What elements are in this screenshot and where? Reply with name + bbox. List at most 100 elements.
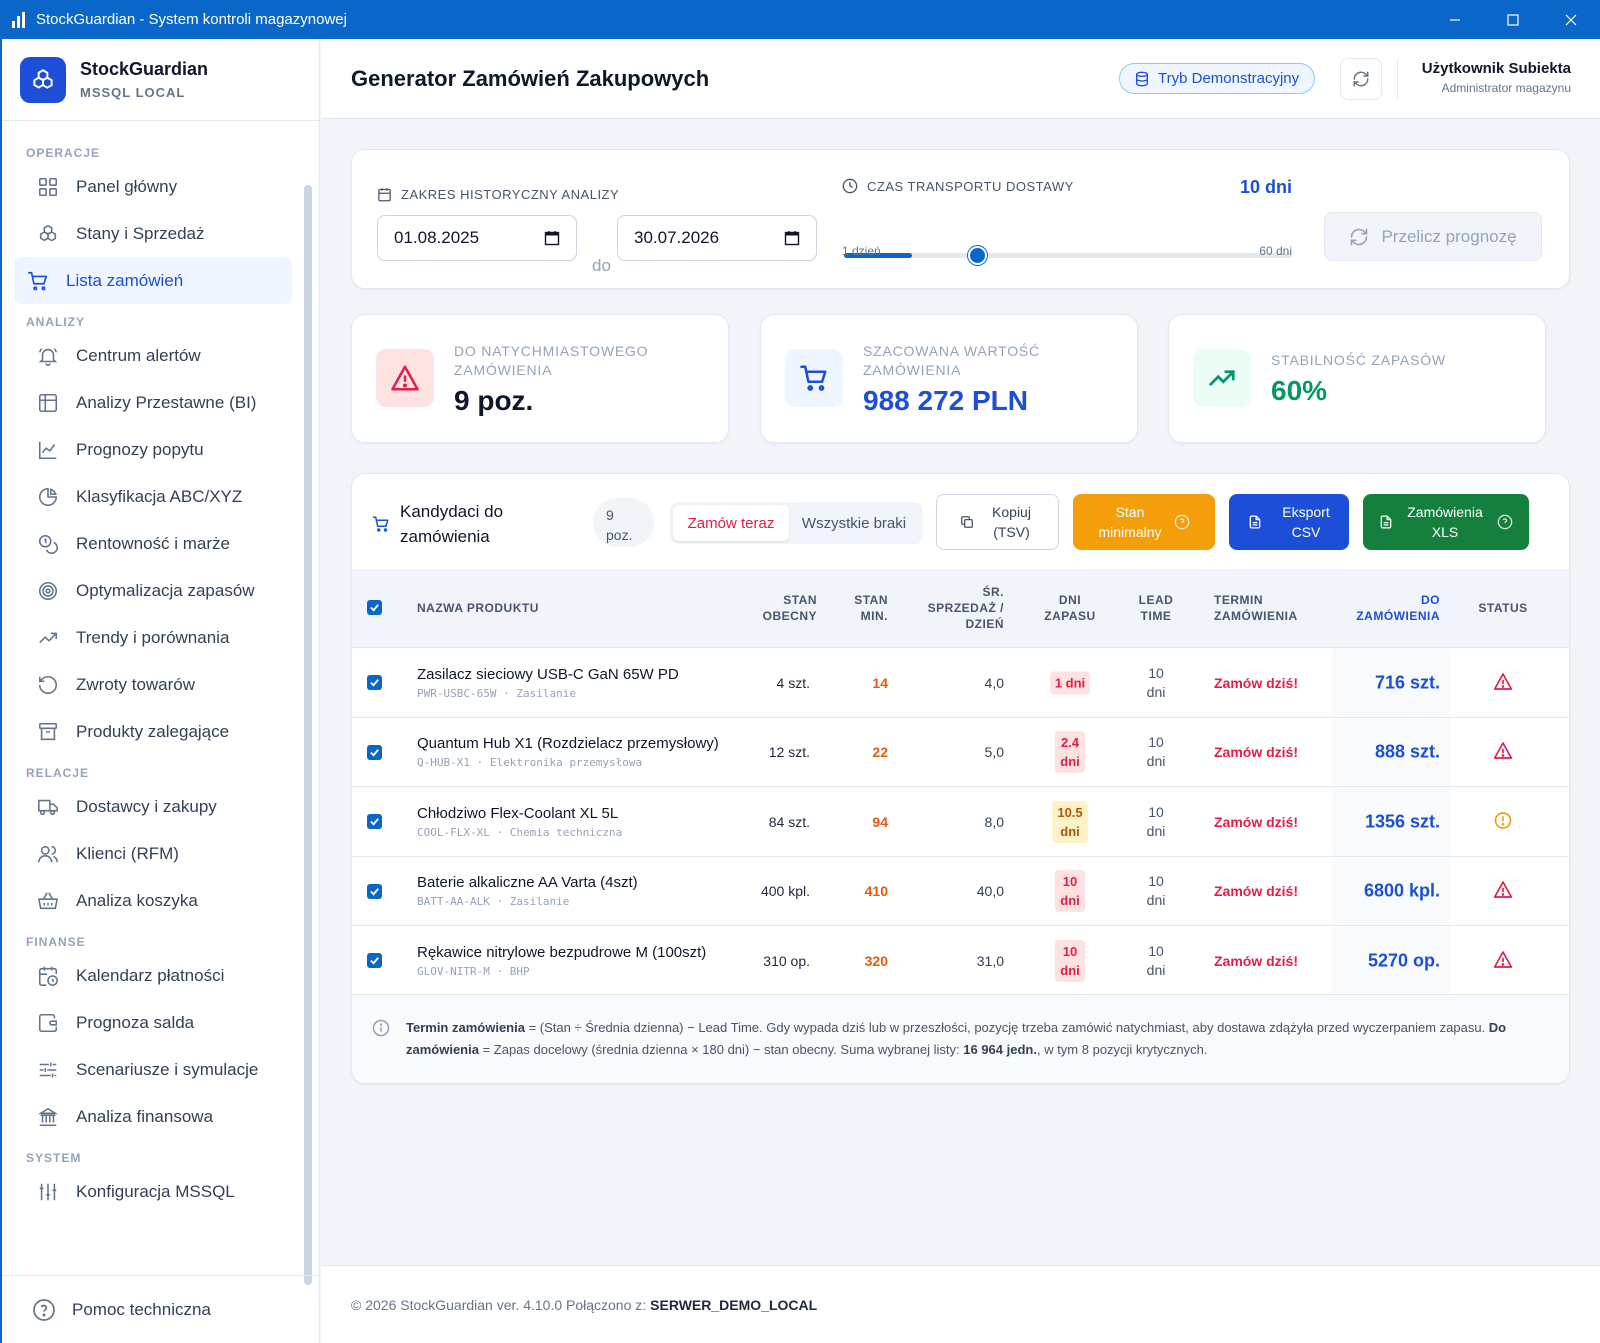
table-row[interactable]: Quantum Hub X1 (Rozdzielacz przemysłowy)… — [352, 716, 1569, 787]
kpi-value-label: SZACOWANA WARTOŚĆ ZAMÓWIENIA — [863, 343, 1040, 378]
sidebar-item-bi[interactable]: Analizy Przestawne (BI) — [12, 379, 292, 426]
sidebar-item-stany[interactable]: Stany i Sprzedaż — [12, 210, 292, 257]
sidebar-item-label: Klienci (RFM) — [76, 843, 179, 863]
calendar-picker-icon[interactable] — [544, 230, 560, 246]
boxes-icon — [36, 222, 60, 246]
sidebar-item-dostawcy[interactable]: Dostawcy i zakupy — [12, 783, 292, 830]
days-cell: 10.5 dni — [1038, 800, 1102, 843]
col-name[interactable]: NAZWA PRODUKTU — [417, 600, 539, 616]
minimize-button[interactable] — [1426, 0, 1484, 39]
orders-xls-button[interactable]: Zamówienia XLS — [1363, 494, 1529, 550]
sidebar-item-rentownosc[interactable]: Rentowność i marże — [12, 520, 292, 567]
help-circle-icon — [32, 1298, 56, 1322]
sidebar-item-panel[interactable]: Panel główny — [12, 163, 292, 210]
help-link[interactable]: Pomoc techniczna — [2, 1275, 320, 1343]
days-cell: 10 dni — [1038, 870, 1102, 912]
col-days[interactable]: DNI ZAPASU — [1038, 592, 1102, 624]
sidebar-item-lista[interactable]: Lista zamówień — [14, 257, 292, 304]
user-info[interactable]: Użytkownik Subiekta Administrator magazy… — [1422, 60, 1571, 95]
demo-mode-badge[interactable]: Tryb Demonstracyjny — [1119, 63, 1316, 94]
date-to-input[interactable]: 30.07.2026 — [617, 215, 817, 261]
sidebar-item-saldo[interactable]: Prognoza salda — [12, 999, 292, 1046]
col-stock[interactable]: STAN OBECNY — [747, 592, 817, 624]
min-cell: 22 — [872, 744, 888, 760]
help-circle-icon[interactable] — [1174, 514, 1190, 530]
calendar-picker-icon[interactable] — [784, 230, 800, 246]
refresh-button[interactable] — [1340, 58, 1382, 100]
database-icon — [1136, 71, 1148, 86]
sidebar-item-label: Konfiguracja MSSQL — [76, 1181, 235, 1201]
sidebar-item-label: Trendy i porównania — [76, 627, 230, 647]
row-checkbox[interactable] — [367, 953, 382, 968]
close-button[interactable] — [1542, 0, 1600, 39]
row-checkbox[interactable] — [367, 883, 382, 899]
col-avg[interactable]: ŚR. SPRZEDAŻ / DZIEŃ — [912, 584, 1004, 632]
col-term[interactable]: TERMIN ZAMÓWIENIA — [1214, 592, 1310, 624]
sidebar-item-abc[interactable]: Klasyfikacja ABC/XYZ — [12, 473, 292, 520]
copy-tsv-button[interactable]: Kopiuj (TSV) — [936, 494, 1059, 550]
product-cell: Quantum Hub X1 (Rozdzielacz przemysłowy)… — [417, 735, 719, 769]
slider-thumb[interactable] — [968, 246, 988, 265]
sidebar-item-zalegajace[interactable]: Produkty zalegające — [12, 708, 292, 755]
table-title: Kandydaci do zamówienia — [400, 502, 504, 546]
users-icon — [36, 842, 60, 866]
sidebar-item-kalendarz[interactable]: Kalendarz płatności — [12, 952, 292, 999]
refresh-icon — [1353, 71, 1369, 87]
min-cell: 94 — [872, 813, 888, 830]
row-checkbox[interactable] — [367, 744, 382, 760]
lead-cell: 10 dni — [1146, 664, 1166, 700]
sidebar-item-optymalizacja[interactable]: Optymalizacja zapasów — [12, 567, 292, 614]
help-label: Pomoc techniczna — [72, 1299, 211, 1319]
table-row[interactable]: Rękawice nitrylowe bezpudrowe M (100szt)… — [352, 925, 1569, 995]
sidebar-item-alerty[interactable]: Centrum alertów — [12, 332, 292, 379]
table-toolbar: Kandydaci do zamówienia 9 poz. Zamów ter… — [352, 474, 1569, 569]
lead-cell: 10 dni — [1146, 942, 1166, 978]
info-icon — [372, 1019, 390, 1037]
product-name: Quantum Hub X1 (Rozdzielacz przemysłowy) — [417, 735, 719, 752]
sidebar-item-trendy[interactable]: Trendy i porównania — [12, 614, 292, 661]
row-checkbox[interactable] — [367, 814, 382, 829]
recalculate-button[interactable]: Przelicz prognozę — [1324, 212, 1542, 261]
nav-section-system: SYSTEM — [26, 1151, 82, 1165]
sidebar-item-scenariusze[interactable]: Scenariusze i symulacje — [12, 1046, 292, 1093]
footer-server: SERWER_DEMO_LOCAL — [650, 1296, 818, 1313]
truck-icon — [36, 795, 60, 819]
window-title: StockGuardian - System kontroli magazyno… — [36, 11, 347, 28]
table-row[interactable]: Zasilacz sieciowy USB-C GaN 65W PD PWR-US… — [352, 647, 1569, 717]
sidebar-item-label: Scenariusze i symulacje — [76, 1059, 259, 1079]
sidebar-scrollbar[interactable] — [304, 185, 312, 1285]
maximize-button[interactable] — [1484, 0, 1542, 39]
table-row[interactable]: Chłodziwo Flex-Coolant XL 5L COOL-FLX-XL … — [352, 786, 1569, 856]
term-cell: Zamów dziś! — [1214, 952, 1299, 969]
export-csv-button[interactable]: Eksport CSV — [1229, 494, 1349, 550]
table-row[interactable]: Baterie alkaliczne AA Varta (4szt) BATT-A… — [352, 855, 1569, 926]
sidebar-item-finansowa[interactable]: Analiza finansowa — [12, 1093, 292, 1140]
date-from-input[interactable]: 01.08.2025 — [377, 215, 577, 261]
col-order[interactable]: DO ZAMÓWIENIA — [1342, 592, 1440, 624]
col-min[interactable]: STAN MIN. — [836, 592, 888, 624]
row-checkbox[interactable] — [367, 675, 382, 690]
min-stock-button[interactable]: Stan minimalny — [1073, 494, 1215, 550]
sidebar-item-label: Kalendarz płatności — [76, 965, 225, 985]
col-lead[interactable]: LEAD TIME — [1127, 592, 1185, 624]
select-all-checkbox[interactable] — [367, 600, 382, 615]
days-cell: 1 dni — [1038, 671, 1102, 694]
order-cell: 716 szt. — [1374, 672, 1440, 692]
wallet-icon — [36, 1011, 60, 1035]
sidebar-item-prognozy[interactable]: Prognozy popytu — [12, 426, 292, 473]
sidebar-item-koszyk[interactable]: Analiza koszyka — [12, 877, 292, 924]
nav-section-relacje: RELACJE — [26, 766, 90, 780]
tab-all-shortages[interactable]: Wszystkie braki — [789, 505, 919, 541]
help-circle-icon[interactable] — [1497, 514, 1513, 530]
pie-chart-icon — [36, 485, 60, 509]
alert-triangle-icon — [1493, 671, 1513, 694]
tab-order-now[interactable]: Zamów teraz — [673, 505, 789, 541]
transport-slider[interactable] — [844, 246, 1292, 265]
avg-cell: 5,0 — [984, 744, 1004, 760]
order-cell: 5270 op. — [1367, 950, 1440, 970]
min-cell: 320 — [864, 952, 888, 969]
sidebar-item-mssql[interactable]: Konfiguracja MSSQL — [12, 1168, 292, 1215]
col-status[interactable]: STATUS — [1472, 600, 1534, 616]
sidebar-item-klienci[interactable]: Klienci (RFM) — [12, 830, 292, 877]
sidebar-item-zwroty[interactable]: Zwroty towarów — [12, 661, 292, 708]
